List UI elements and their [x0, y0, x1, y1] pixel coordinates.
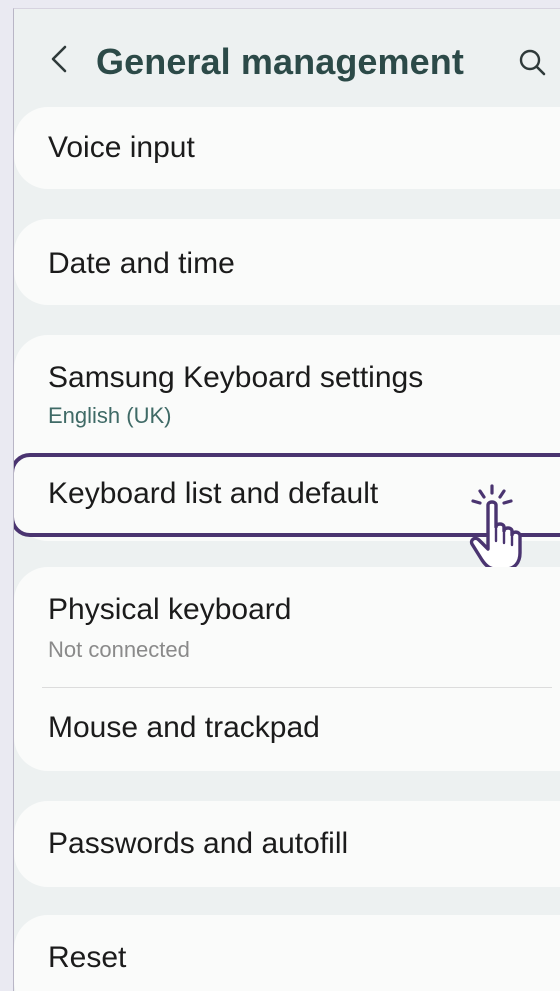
- date-time-item[interactable]: Date and time: [14, 219, 560, 305]
- tap-pointer-icon: [469, 484, 522, 571]
- date-time-label: Date and time: [48, 247, 235, 280]
- mouse-trackpad-item[interactable]: Mouse and trackpad: [14, 687, 560, 771]
- reset-label: Reset: [48, 941, 127, 974]
- settings-screen: General management Voice input Date and …: [13, 8, 560, 991]
- physical-keyboard-label: Physical keyboard: [48, 593, 292, 626]
- passwords-autofill-item[interactable]: Passwords and autofill: [14, 801, 560, 887]
- samsung-keyboard-settings-label: Samsung Keyboard settings: [48, 361, 424, 394]
- physical-keyboard-status: Not connected: [48, 637, 190, 662]
- chevron-left-icon: [51, 45, 67, 73]
- divider: [42, 687, 552, 688]
- reset-item[interactable]: Reset: [14, 915, 560, 991]
- search-icon: [519, 49, 546, 76]
- app-bar: General management: [14, 9, 560, 107]
- search-button[interactable]: [517, 47, 549, 79]
- samsung-keyboard-settings-item[interactable]: Samsung Keyboard settings English (UK): [14, 335, 560, 445]
- mouse-trackpad-label: Mouse and trackpad: [48, 711, 320, 744]
- samsung-keyboard-language: English (UK): [48, 403, 172, 428]
- device-frame: General management Voice input Date and …: [0, 0, 560, 991]
- input-devices-group: Physical keyboard Not connected Mouse an…: [14, 567, 560, 771]
- voice-input-label: Voice input: [48, 131, 195, 164]
- passwords-autofill-label: Passwords and autofill: [48, 827, 349, 860]
- page-title: General management: [96, 41, 464, 82]
- voice-input-item[interactable]: Voice input: [14, 107, 560, 189]
- back-button[interactable]: [44, 39, 74, 79]
- physical-keyboard-item[interactable]: Physical keyboard Not connected: [14, 567, 560, 687]
- keyboard-list-default-label: Keyboard list and default: [48, 477, 379, 510]
